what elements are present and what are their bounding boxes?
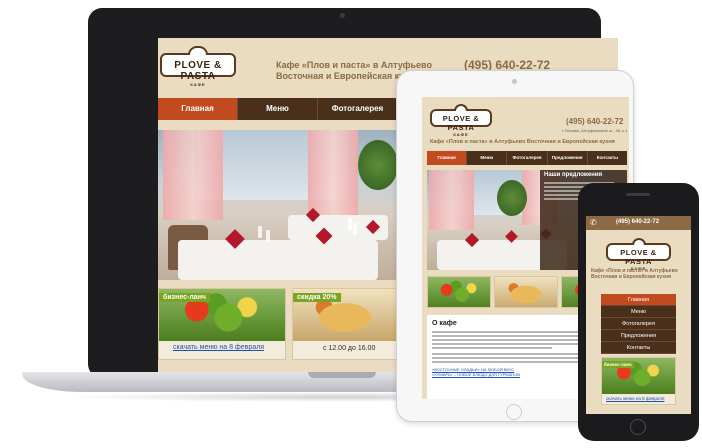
phone-home-button[interactable] [630,419,646,435]
logo-text: PLOVE & PASTA [620,248,657,266]
site-address: г. Москва, Алтуфьевское ш., 48, к.1 [562,128,628,133]
nav-item-menu[interactable]: Меню [467,151,508,165]
site-tagline: Кафе «Плов и паста» в Алтуфьево Восточна… [591,268,678,281]
discount-badge: скидка 20% [293,293,341,302]
lunch-promo [427,276,491,308]
logo-text: PLOVE & PASTA [174,60,222,82]
site-tagline: Кафе «Плов и паста» в Алтуфьево Восточна… [430,139,615,145]
nav-item-offers[interactable]: Предложения [601,330,676,342]
download-menu-link[interactable]: скачать меню на 8 февраля [606,396,665,401]
tablet-camera [512,79,517,84]
discount-time: с 12.00 до 16.00 [323,345,376,352]
responsive-mockup: PLOVE & PASTA КАФЕ Кафе «Плов и паста» в… [0,0,702,448]
nav-item-home[interactable]: Главная [427,151,468,165]
nav-item-gallery[interactable]: Фотогалерея [507,151,548,165]
phone-speaker [626,193,650,196]
discount-promo: скидка 20% с 12.00 до 16.00 [292,288,398,360]
laptop-notch [308,372,376,378]
logo-text: PLOVE & PASTA [442,114,480,132]
site-phone[interactable]: (495) 640-22-72 [616,219,659,225]
phone-screen: ✆ (495) 640-22-72 PLOVE & PASTA КАФЕ Каф… [586,216,691,414]
lunch-promo: бизнес-ланч скачать меню на 8 февраля [158,288,286,360]
offers-title: Наши предложения [544,172,603,178]
logo-subtext: КАФЕ [453,132,469,137]
phone-call-icon[interactable]: ✆ [590,218,597,227]
main-nav: Главная Меню Фотогалерея [158,98,398,120]
nav-item-home[interactable]: Главная [601,294,676,306]
nav-item-home[interactable]: Главная [158,98,238,120]
laptop-camera [340,13,345,18]
nav-item-gallery[interactable]: Фотогалерея [318,98,398,120]
lunch-promo: бизнес-ланч скачать меню на 8 февраля [601,357,676,405]
main-nav: Главная Меню Фотогалерея Предложения Кон… [427,151,627,165]
phone-topbar: ✆ (495) 640-22-72 [586,216,691,230]
site-logo[interactable]: PLOVE & PASTA КАФЕ [430,104,492,137]
logo-subtext: КАФЕ [190,82,206,87]
nav-item-contacts[interactable]: Контакты [588,151,627,165]
discount-promo [494,276,558,308]
hero-photo [158,130,398,280]
nav-item-gallery[interactable]: Фотогалерея [601,318,676,330]
site-logo[interactable]: PLOVE & PASTA КАФЕ [606,238,671,271]
site-logo[interactable]: PLOVE & PASTA КАФЕ [160,46,236,87]
lunch-badge: бизнес-ланч [159,293,210,302]
tablet-home-button[interactable] [506,404,522,420]
nav-item-menu[interactable]: Меню [601,306,676,318]
nav-item-offers[interactable]: Предложения [548,151,588,165]
lunch-badge: бизнес-ланч [602,361,634,368]
nav-item-menu[interactable]: Меню [238,98,318,120]
download-menu-link[interactable]: скачать меню на 8 февраля [173,344,264,351]
site-phone: (495) 640-22-72 [566,117,624,126]
mobile-nav: Главная Меню Фотогалерея Предложения Кон… [601,294,676,354]
nav-item-contacts[interactable]: Контакты [601,342,676,354]
phone-frame: ✆ (495) 640-22-72 PLOVE & PASTA КАФЕ Каф… [578,183,699,441]
